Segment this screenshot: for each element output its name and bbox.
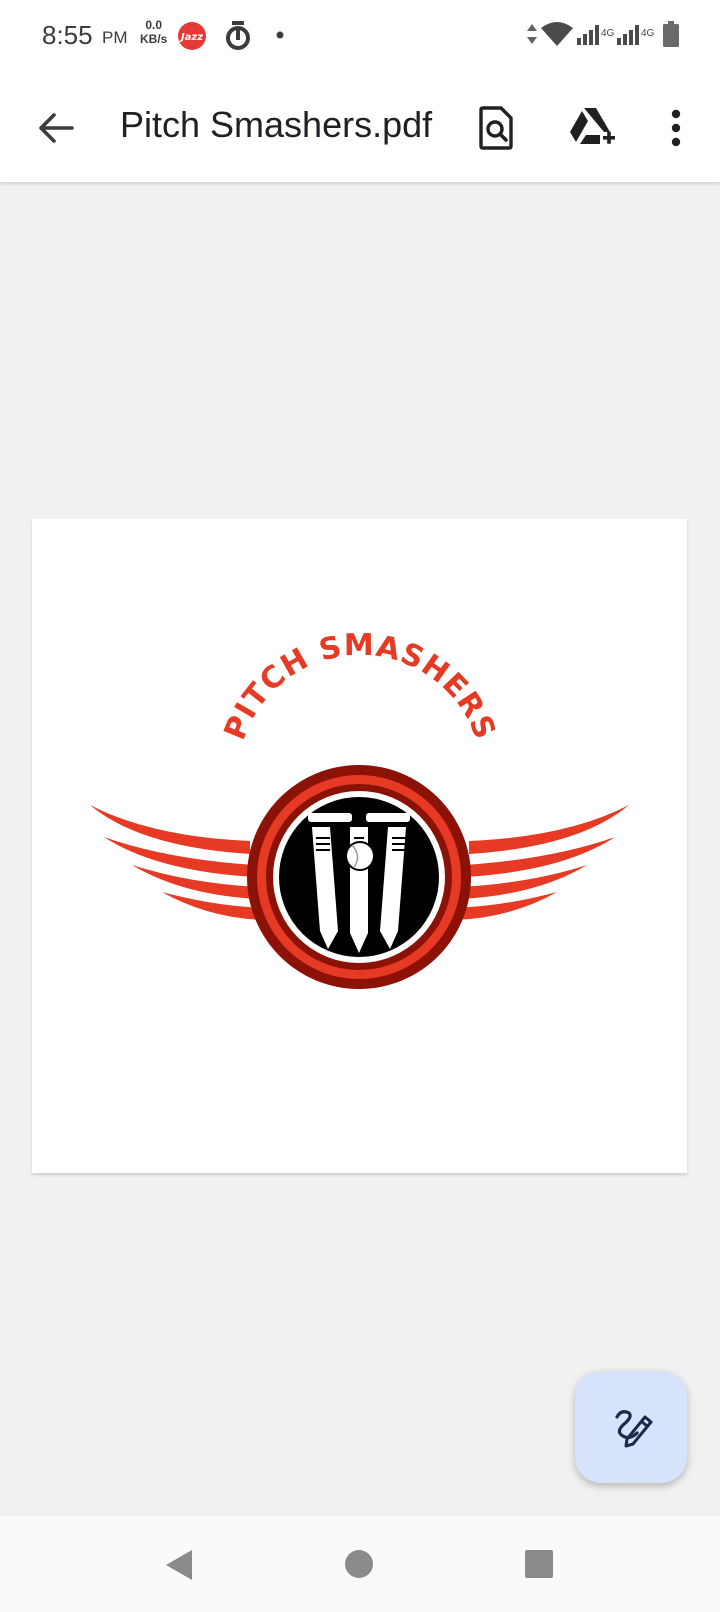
logo-title: PITCH SMASHERS bbox=[218, 628, 502, 745]
jazz-carrier-icon: Jazz bbox=[178, 22, 206, 50]
data-activity-icon bbox=[527, 24, 537, 44]
svg-text:Jazz: Jazz bbox=[179, 32, 203, 43]
pitch-smashers-logo: PITCH SMASHERS bbox=[90, 628, 629, 989]
more-vert-icon[interactable] bbox=[650, 102, 702, 154]
back-arrow-icon[interactable] bbox=[34, 106, 78, 150]
status-time: 8:55 bbox=[42, 20, 93, 50]
network-speed: 0.0 KB/s bbox=[140, 18, 167, 46]
svg-text:PITCH SMASHERS: PITCH SMASHERS bbox=[218, 628, 503, 745]
network-type-label-1: 4G bbox=[601, 28, 615, 39]
annotate-fab[interactable] bbox=[575, 1371, 687, 1483]
status-ampm: PM bbox=[102, 28, 128, 47]
pdf-page: PITCH SMASHERS bbox=[32, 519, 687, 1173]
network-speed-value: 0.0 bbox=[145, 18, 163, 32]
left-wing-icon bbox=[90, 805, 264, 920]
notification-dot-icon bbox=[276, 31, 284, 39]
home-circle-icon[interactable] bbox=[344, 1549, 374, 1579]
right-wing-icon bbox=[455, 805, 629, 920]
stopwatch-app-icon bbox=[226, 21, 250, 50]
signal-strength-icon-2 bbox=[617, 25, 639, 45]
network-speed-unit: KB/s bbox=[140, 32, 168, 46]
add-to-drive-icon[interactable] bbox=[566, 102, 618, 154]
app-bar: Pitch Smashers.pdf bbox=[0, 72, 720, 182]
cricket-ball-icon bbox=[345, 841, 375, 871]
network-type-label-2: 4G bbox=[641, 28, 655, 39]
find-in-page-icon[interactable] bbox=[470, 102, 522, 154]
recents-square-icon[interactable] bbox=[524, 1549, 554, 1579]
status-bar: 8:55 PM 0.0 KB/s Jazz 4G 4G bbox=[0, 0, 720, 72]
signal-strength-icon-1 bbox=[577, 25, 599, 45]
battery-icon bbox=[663, 21, 679, 47]
document-title: Pitch Smashers.pdf bbox=[120, 104, 433, 145]
system-navigation-bar bbox=[0, 1516, 720, 1612]
annotate-pen-icon bbox=[615, 1410, 653, 1448]
back-triangle-icon[interactable] bbox=[162, 1548, 196, 1582]
wifi-icon bbox=[541, 22, 573, 46]
